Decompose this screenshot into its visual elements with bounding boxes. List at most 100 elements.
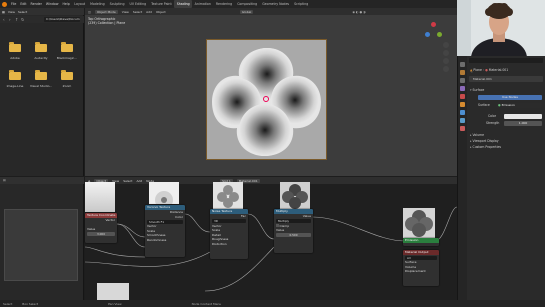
- folder-item[interactable]: Audacity: [30, 42, 52, 62]
- tab-compositing[interactable]: Compositing: [235, 0, 260, 8]
- texcoord-preview: [85, 182, 115, 212]
- feature-dropdown[interactable]: Smooth F1: [147, 219, 183, 224]
- folder-item[interactable]: Visual Studio...: [30, 70, 52, 90]
- fb-menu-select[interactable]: Select: [18, 10, 27, 14]
- zoom-icon[interactable]: [443, 42, 449, 48]
- gizmo-y-icon[interactable]: [437, 32, 442, 37]
- value-node-label[interactable]: Value: [85, 227, 117, 232]
- editor-type-icon[interactable]: ▦: [2, 10, 5, 14]
- color-swatch[interactable]: [504, 114, 542, 119]
- tab-scripting[interactable]: Scripting: [292, 0, 311, 8]
- tab-geometry-nodes[interactable]: Geometry Nodes: [260, 0, 292, 8]
- properties-search-input[interactable]: ⌕: [469, 58, 543, 74]
- plane-object-render[interactable]: [206, 39, 327, 160]
- use-nodes-button[interactable]: Use Nodes: [478, 95, 542, 100]
- dimension-dropdown[interactable]: 3D: [212, 219, 246, 223]
- tab-layout[interactable]: Layout: [72, 0, 88, 8]
- editor-type-icon[interactable]: ◫: [88, 10, 91, 14]
- blender-logo-icon[interactable]: [2, 1, 7, 7]
- transform-orientation-dropdown[interactable]: Global: [239, 9, 254, 14]
- tab-shading[interactable]: Shading: [174, 0, 193, 8]
- mode-dropdown[interactable]: Object Mode: [94, 9, 118, 14]
- tool-tab-icon[interactable]: [460, 62, 465, 67]
- custom-properties-panel-header[interactable]: ▸ Custom Properties: [470, 145, 501, 149]
- operation-dropdown[interactable]: Multiply: [276, 219, 311, 223]
- socket-label[interactable]: Fac: [210, 214, 248, 219]
- modifier-tab-icon[interactable]: [460, 110, 465, 115]
- refresh-icon[interactable]: ↻: [21, 17, 24, 22]
- path-field[interactable]: C:\Users\Steve\Docum: [44, 17, 80, 22]
- fb-menu-view[interactable]: View: [8, 10, 15, 14]
- menu-render[interactable]: Render: [29, 0, 44, 8]
- editor-type-icon[interactable]: ▤: [3, 178, 6, 182]
- clamp-label: Clamp: [279, 223, 290, 228]
- value-field[interactable]: 0.500: [276, 233, 311, 237]
- gizmo-x-icon[interactable]: [431, 22, 436, 27]
- 3d-viewport[interactable]: ◫ Object Mode View Select Add Object Glo…: [85, 8, 457, 176]
- forward-arrow-icon[interactable]: ›: [9, 17, 11, 22]
- world-tab-icon[interactable]: [460, 94, 465, 99]
- folder-item[interactable]: Adobe: [4, 42, 26, 62]
- tab-texture-paint[interactable]: Texture Paint: [149, 0, 175, 8]
- node-title[interactable]: Emission: [403, 238, 439, 243]
- math-node[interactable]: Multiply Value Multiply Clamp Value 0.50…: [274, 209, 313, 253]
- tab-rendering[interactable]: Rendering: [213, 0, 234, 8]
- node-title[interactable]: Material Output: [403, 250, 439, 255]
- noise-texture-node[interactable]: Noise Texture Fac 3D Vector Scale Detail…: [210, 209, 248, 259]
- volume-panel-header[interactable]: ▸ Volume: [470, 133, 484, 137]
- 3d-cursor-icon[interactable]: [263, 96, 269, 102]
- menu-help[interactable]: Help: [60, 0, 71, 8]
- material-name-field[interactable]: Material.001: [473, 77, 492, 81]
- surface-panel-header[interactable]: ▾ Surface: [470, 88, 484, 92]
- socket-label[interactable]: Distortion: [210, 242, 248, 247]
- voronoi-texture-node[interactable]: Voronoi Texture Distance Color Smooth F1…: [145, 205, 185, 257]
- texture-coordinate-node[interactable]: Texture Coordinate Vector Value 3.000: [85, 213, 117, 243]
- target-dropdown[interactable]: All: [405, 255, 437, 260]
- socket-label[interactable]: Value: [274, 214, 313, 219]
- surface-shader-dropdown[interactable]: ● Emission: [496, 103, 542, 108]
- socket-label[interactable]: Displacement: [403, 269, 439, 274]
- gizmo-z-icon[interactable]: [425, 32, 430, 37]
- render-tab-icon[interactable]: [460, 70, 465, 75]
- vp-menu-view[interactable]: View: [122, 10, 129, 14]
- socket-label[interactable]: Value: [274, 228, 313, 233]
- camera-icon[interactable]: [443, 58, 449, 64]
- strength-field[interactable]: 1.000: [504, 121, 542, 126]
- pan-hand-icon[interactable]: [443, 50, 449, 56]
- material-slot-selector[interactable]: Material.001: [469, 76, 543, 82]
- scene-tab-icon[interactable]: [460, 86, 465, 91]
- preview-area[interactable]: [4, 209, 78, 281]
- output-tab-icon[interactable]: [460, 78, 465, 83]
- tab-animation[interactable]: Animation: [192, 0, 213, 8]
- object-tab-icon[interactable]: [460, 102, 465, 107]
- vp-menu-object[interactable]: Object: [156, 10, 166, 14]
- grid-icon[interactable]: [443, 66, 449, 72]
- socket-label[interactable]: Color: [145, 215, 185, 220]
- menu-file[interactable]: File: [9, 0, 18, 8]
- viewport-display-panel-header[interactable]: ▸ Viewport Display: [470, 139, 499, 143]
- parent-folder-icon[interactable]: ↑: [15, 17, 18, 22]
- folder-item[interactable]: Zoom: [56, 70, 78, 90]
- material-tab-icon[interactable]: [460, 126, 465, 131]
- viewport-info: Top Orthographic (239) Collection | Plan…: [88, 17, 125, 25]
- value-field[interactable]: 3.000: [87, 231, 115, 236]
- tab-uv-editing[interactable]: UV Editing: [127, 0, 149, 8]
- particles-tab-icon[interactable]: [460, 118, 465, 123]
- shader-node-editor[interactable]: ◈ Object View Select Add Node Slot 1 Mat…: [85, 177, 457, 300]
- vp-menu-add[interactable]: Add: [146, 10, 152, 14]
- socket-label[interactable]: Vector: [85, 218, 117, 223]
- back-arrow-icon[interactable]: ‹: [3, 17, 5, 22]
- emission-node[interactable]: Emission: [403, 238, 439, 246]
- socket-label[interactable]: Randomness: [145, 238, 185, 243]
- file-browser-header: ▦ View Select: [0, 8, 84, 15]
- overlay-icons[interactable]: ◉ ◐ ● ◑: [352, 10, 365, 14]
- menu-window[interactable]: Window: [44, 0, 61, 8]
- vp-menu-select[interactable]: Select: [133, 10, 142, 14]
- image-texture-node-preview[interactable]: [97, 283, 129, 300]
- tab-sculpting[interactable]: Sculpting: [107, 0, 127, 8]
- tab-modeling[interactable]: Modeling: [88, 0, 108, 8]
- folder-item[interactable]: Image-Line: [4, 70, 26, 90]
- material-output-node[interactable]: Material Output All Surface Volume Displ…: [403, 250, 439, 286]
- menu-edit[interactable]: Edit: [18, 0, 28, 8]
- folder-item[interactable]: Blackmagic...: [56, 42, 78, 62]
